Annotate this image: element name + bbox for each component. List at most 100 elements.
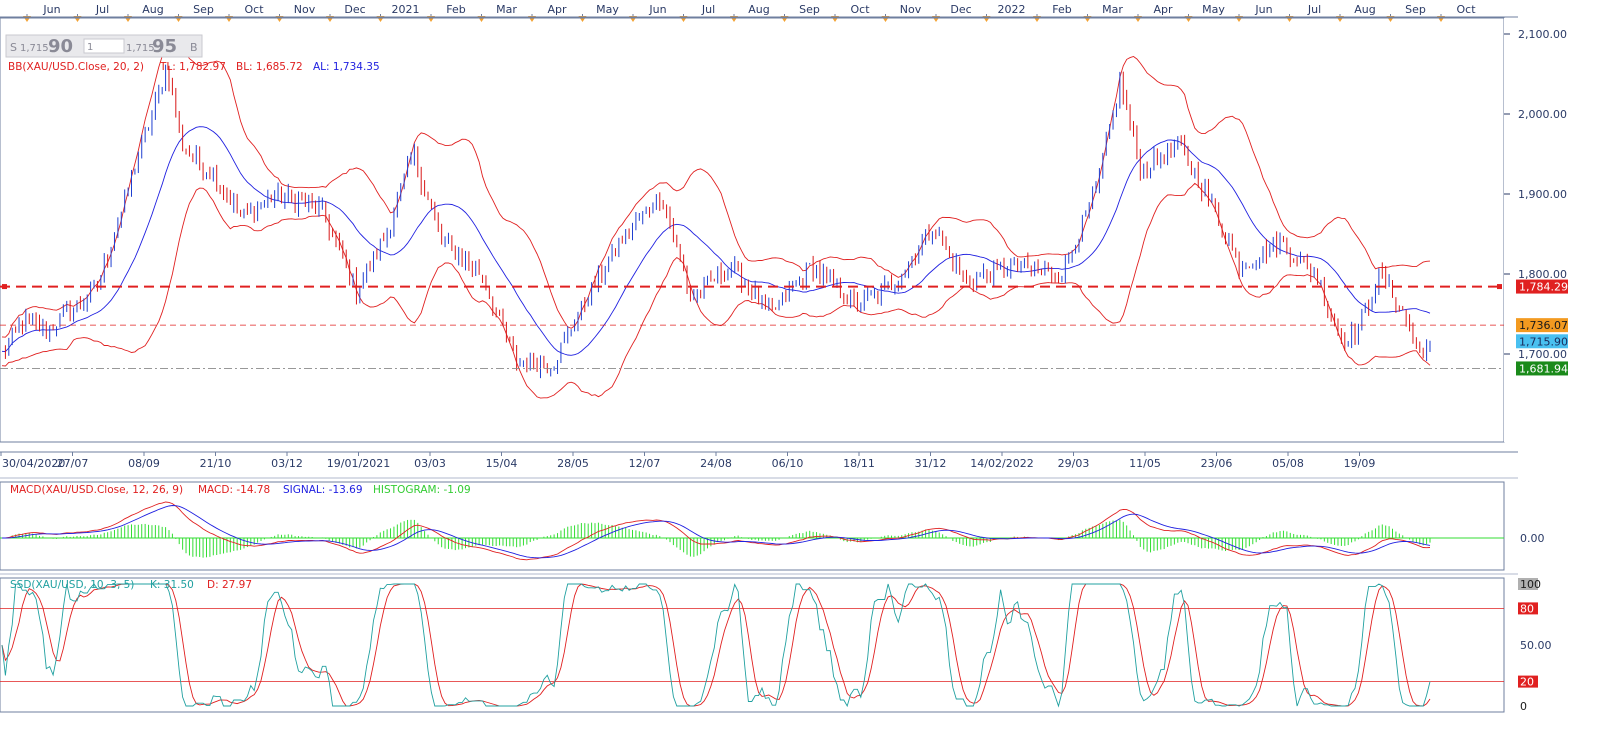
macd-line: [2, 501, 1431, 561]
top-axis-month-label: Feb: [446, 3, 465, 16]
chart-canvas[interactable]: Jun Jul Aug Sep Oct Nov Dec 2021 Feb Mar Apr May Jun…: [0, 0, 1600, 731]
ssd-panel-frame: [0, 577, 1505, 713]
ssd-axis-label: 0: [1520, 700, 1527, 713]
top-axis-month-label: Oct: [1456, 3, 1476, 16]
bb-tl-label: TL: 1,782.97: [159, 61, 226, 73]
top-axis-month-label: Sep: [193, 3, 214, 16]
price-axis-label: 1,900.00: [1518, 188, 1567, 201]
price-markers: 1,784.29 1,736.07 1,715.90 1,681.94: [0, 279, 1568, 376]
level-handle-left: [2, 284, 7, 290]
price-axis-label: 1,800.00: [1518, 268, 1567, 281]
ssd-plot[interactable]: [0, 583, 1504, 708]
date-axis-label: 19/09: [1344, 457, 1376, 470]
macd-signal-label: SIGNAL: -13.69: [283, 484, 363, 496]
price-panel-frame: [0, 17, 1505, 443]
ssd-axis-label: 20: [1520, 676, 1534, 689]
date-axis-label: 05/08: [1272, 457, 1304, 470]
sell-price-small[interactable]: 1,715: [20, 43, 49, 54]
date-axis-label: 29/03: [1058, 457, 1090, 470]
quantity-value: 1: [87, 42, 93, 53]
price-axis-label: 2,000.00: [1518, 108, 1567, 121]
date-axis-label: 18/11: [843, 457, 875, 470]
date-axis-label: 19/01/2021: [327, 457, 390, 470]
price-axis-area: [1504, 18, 1600, 442]
ssd-k-line: [1, 583, 1431, 708]
date-axis-label: 12/07: [629, 457, 661, 470]
top-axis-month-label: Apr: [547, 3, 567, 16]
top-axis-month-label: Feb: [1052, 3, 1071, 16]
date-axis-label: 11/05: [1129, 457, 1161, 470]
price-marker-label: 1,736.07: [1519, 319, 1568, 332]
bollinger-average-line: [1, 126, 1431, 356]
ssd-axis-label: 100: [1520, 578, 1541, 591]
price-marker-label: 1,784.29: [1519, 281, 1568, 294]
price-axis-label: 2,100.00: [1518, 28, 1567, 41]
top-axis-month-label: Aug: [748, 3, 769, 16]
top-axis-month-label: Jul: [701, 3, 715, 16]
ssd-k-label: K: 31.50: [150, 579, 194, 591]
top-time-axis: Jun Jul Aug Sep Oct Nov Dec 2021 Feb Mar Apr May Jun…: [0, 3, 1518, 22]
date-axis-label: 03/12: [271, 457, 303, 470]
bb-indicator-label: BB(XAU/USD.Close, 20, 2): [8, 61, 144, 73]
price-marker-label: 1,715.90: [1519, 335, 1568, 348]
date-axis-label: 06/10: [772, 457, 804, 470]
date-axis-label: 08/09: [128, 457, 160, 470]
buy-price-small[interactable]: 1,715: [126, 43, 155, 54]
ssd-d-label: D: 27.97: [207, 579, 252, 591]
ssd-axis: 100 80 50.00 20 0: [1518, 578, 1552, 713]
level-handle-right: [1497, 284, 1502, 290]
top-axis-month-label: 2021: [392, 3, 420, 16]
macd-value-label: MACD: -14.78: [198, 484, 270, 496]
date-axis-label: 14/02/2022: [970, 457, 1033, 470]
macd-indicator-label: MACD(XAU/USD.Close, 12, 26, 9): [10, 484, 183, 496]
bollinger-upper-line: [1, 35, 1431, 338]
top-axis-month-label: Aug: [142, 3, 163, 16]
date-axis-label: 24/08: [700, 457, 732, 470]
date-axis-label: 31/12: [915, 457, 947, 470]
ssd-indicator-label: SSD(XAU/USD, 10, 3, 5): [10, 579, 134, 591]
top-axis-month-label: Jun: [648, 3, 666, 16]
macd-zero-tick: 0.00: [1520, 532, 1545, 545]
sell-label[interactable]: S: [10, 41, 17, 54]
top-axis-month-label: May: [1202, 3, 1225, 16]
bb-al-label: AL: 1,734.35: [313, 61, 380, 73]
bb-bl-label: BL: 1,685.72: [236, 61, 303, 73]
buy-label[interactable]: B: [190, 41, 198, 54]
bottom-date-axis: 30/04/202027/07 08/09 21/10 03/12 19/01/2021…: [0, 452, 1376, 470]
top-axis-month-label: Jun: [42, 3, 60, 16]
price-axis-label: 1,700.00: [1518, 348, 1567, 361]
top-axis-month-label: Jun: [1254, 3, 1272, 16]
price-marker-label: 1,681.94: [1519, 362, 1568, 375]
top-axis-month-label: Mar: [1102, 3, 1123, 16]
top-axis-month-label: Apr: [1153, 3, 1173, 16]
date-axis-label: 28/05: [557, 457, 589, 470]
top-axis-month-label: May: [596, 3, 619, 16]
date-axis-label: 23/06: [1201, 457, 1233, 470]
price-plot[interactable]: [1, 35, 1431, 399]
top-axis-month-label: Mar: [496, 3, 517, 16]
macd-signal-line: [2, 505, 1431, 559]
trading-chart-window: Jun Jul Aug Sep Oct Nov Dec 2021 Feb Mar Apr May Jun…: [0, 0, 1600, 731]
top-axis-month-label: Nov: [294, 3, 316, 16]
top-axis-month-label: Aug: [1354, 3, 1375, 16]
ssd-axis-label: 50.00: [1520, 639, 1552, 652]
top-axis-month-label: Oct: [244, 3, 264, 16]
quote-box[interactable]: S 1,715 90 1 1,715 95 B: [5, 34, 203, 58]
date-axis-label: 21/10: [200, 457, 232, 470]
top-axis-month-label: Jul: [95, 3, 109, 16]
top-axis-month-label: Jul: [1307, 3, 1321, 16]
top-axis-month-label: Dec: [950, 3, 971, 16]
sell-price-big[interactable]: 90: [48, 36, 73, 57]
ssd-d-line: [1, 583, 1431, 707]
macd-plot[interactable]: [0, 501, 1504, 561]
top-axis-month-label: Dec: [344, 3, 365, 16]
buy-price-big[interactable]: 95: [152, 36, 177, 57]
date-axis-label: 27/07: [57, 457, 89, 470]
top-axis-month-label: Oct: [850, 3, 870, 16]
date-axis-label: 15/04: [486, 457, 518, 470]
ssd-axis-label: 80: [1520, 602, 1534, 615]
macd-histogram-label: HISTOGRAM: -1.09: [373, 484, 471, 496]
top-axis-month-label: 2022: [998, 3, 1026, 16]
top-axis-month-label: Sep: [799, 3, 820, 16]
date-axis-label: 03/03: [414, 457, 446, 470]
